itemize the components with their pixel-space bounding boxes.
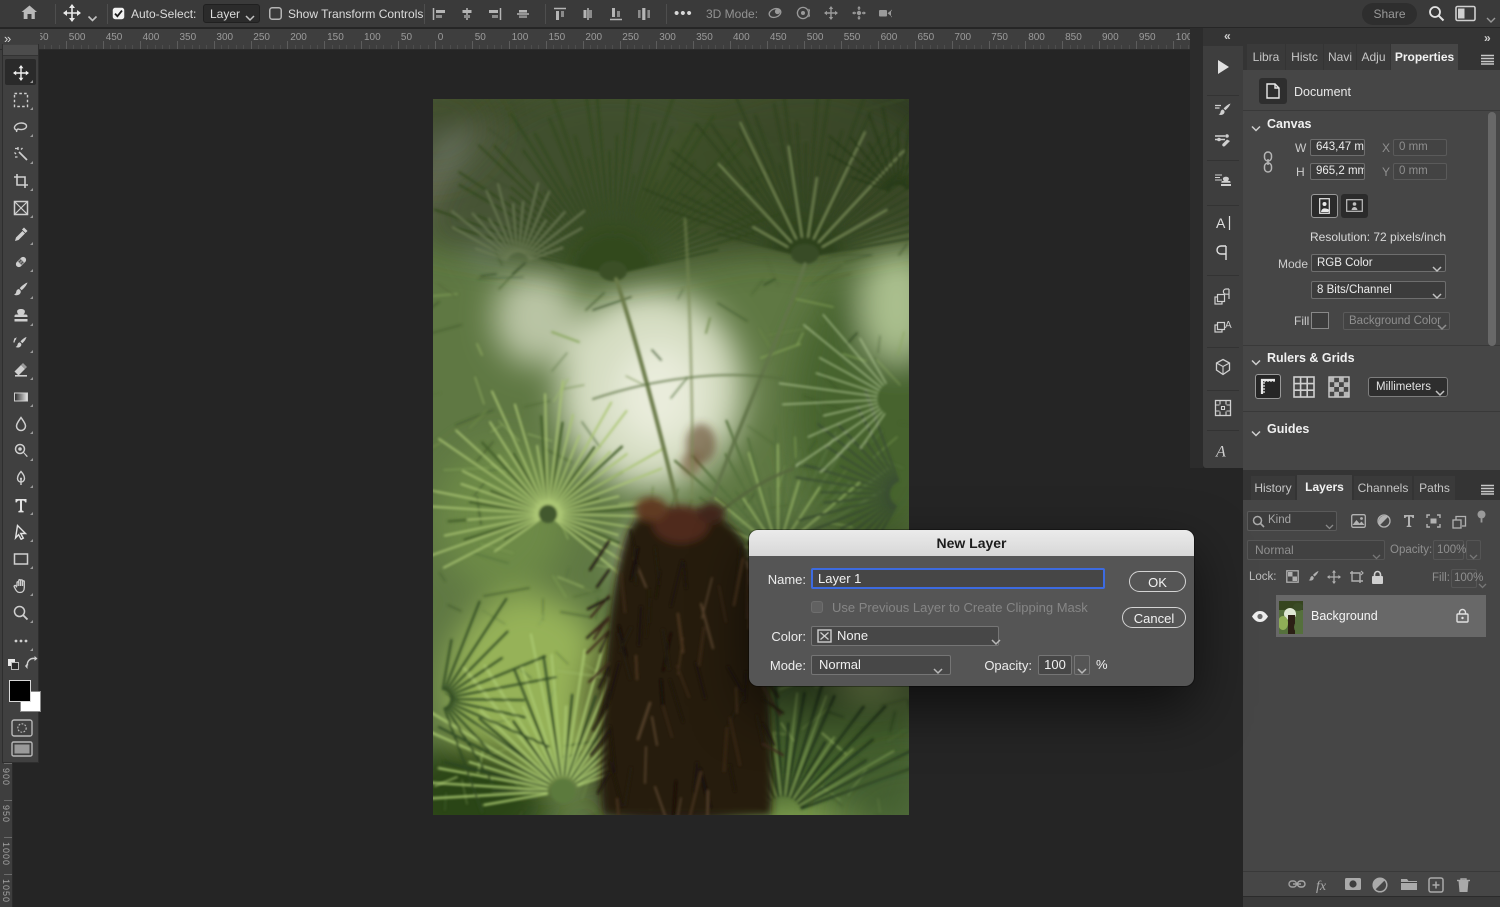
svg-text:A: A <box>1215 444 1226 461</box>
svg-text:A: A <box>1216 215 1226 231</box>
svg-text:A: A <box>1225 320 1232 331</box>
